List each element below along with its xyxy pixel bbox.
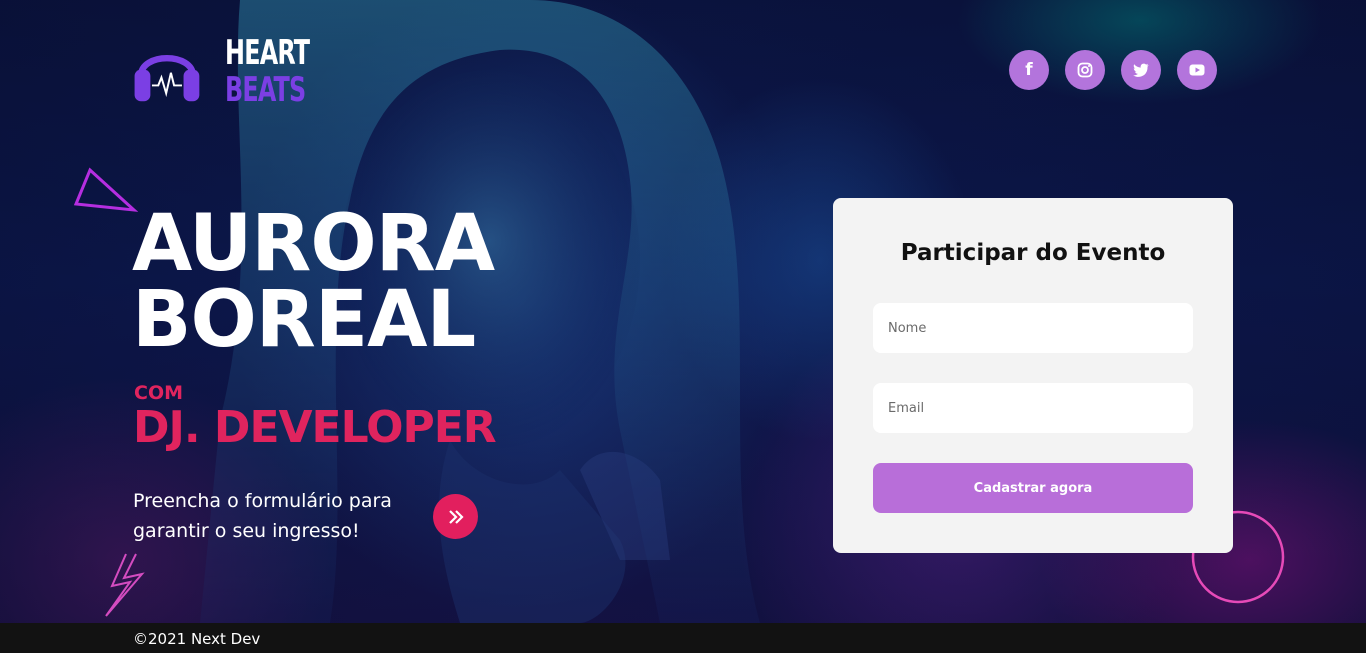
instagram-glyph [1077, 62, 1093, 78]
registration-card: Participar do Evento Cadastrar agora [833, 198, 1233, 553]
cta-line1: Preencha o formulário para [133, 490, 392, 512]
headphones-heartbeat-icon [134, 55, 200, 102]
cta-line2: garantir o seu ingresso! [133, 520, 360, 542]
brand-line2: BEATS [224, 70, 306, 110]
lightning-decoration [105, 553, 145, 617]
email-input[interactable] [873, 383, 1193, 433]
register-button[interactable]: Cadastrar agora [873, 463, 1193, 513]
form-title: Participar do Evento [900, 240, 1166, 266]
brand-logo[interactable]: HEART BEATS [133, 32, 333, 112]
youtube-glyph [1189, 64, 1205, 76]
artist-name: DJ. DEVELOPER [133, 402, 497, 453]
with-label: COM [134, 382, 184, 404]
footer: ©2021 Next Dev [0, 623, 1366, 653]
instagram-icon[interactable] [1065, 50, 1105, 90]
facebook-icon[interactable]: f [1009, 50, 1049, 90]
cta-text: Preencha o formulário para garantir o se… [133, 486, 433, 546]
double-chevron-right-icon [448, 509, 464, 524]
name-input[interactable] [873, 303, 1193, 353]
copyright-text: ©2021 Next Dev [133, 630, 261, 648]
event-title-line2: BOREAL [132, 275, 476, 365]
social-links: f [1009, 50, 1217, 90]
twitter-icon[interactable] [1121, 50, 1161, 90]
twitter-glyph [1133, 63, 1149, 77]
brand-line1: HEART [224, 33, 310, 73]
triangle-decoration [73, 167, 138, 212]
event-title-line1: AURORA [132, 199, 495, 289]
event-title: AURORA BOREAL [132, 199, 495, 365]
facebook-glyph: f [1025, 60, 1033, 80]
scroll-to-form-button[interactable] [433, 494, 478, 539]
youtube-icon[interactable] [1177, 50, 1217, 90]
